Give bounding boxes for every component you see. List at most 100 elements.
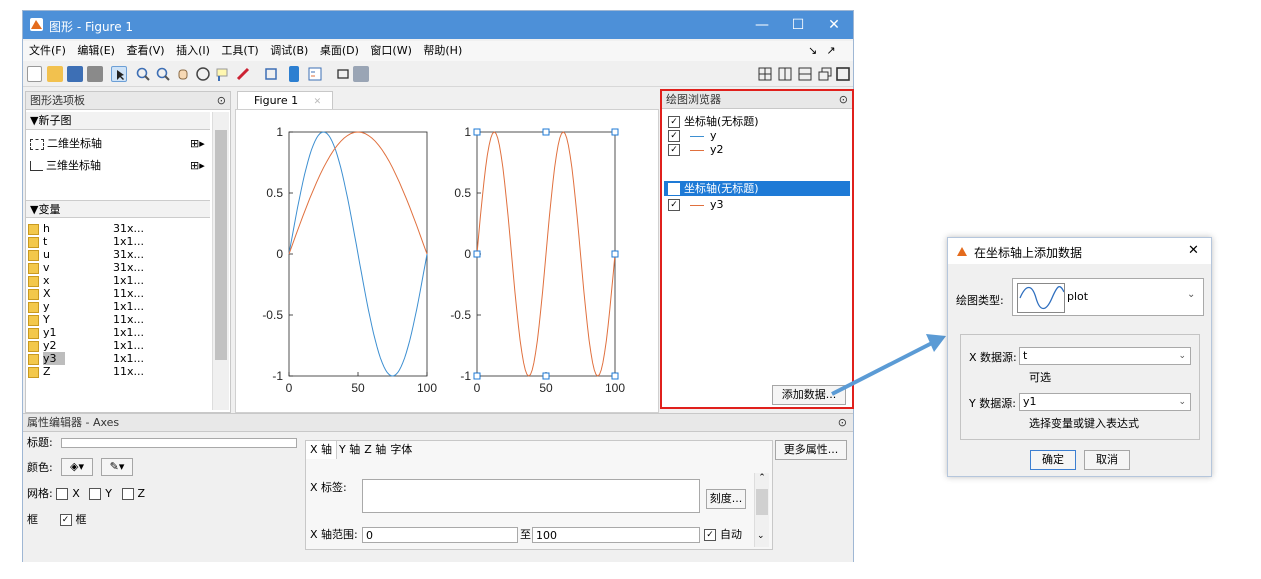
- menu-debug[interactable]: 调试(B): [270, 41, 308, 61]
- variable-row[interactable]: x 1x1...: [26, 274, 210, 287]
- face-color-button[interactable]: ◈▾: [61, 458, 93, 476]
- chevron-down-icon[interactable]: ⊙: [217, 92, 226, 110]
- show-tools-icon[interactable]: [353, 66, 369, 82]
- dock-icon[interactable]: ↗: [826, 41, 835, 61]
- variable-row[interactable]: y 1x1...: [26, 300, 210, 313]
- menu-desktop[interactable]: 桌面(D): [320, 41, 359, 61]
- zoom-out-icon[interactable]: [155, 66, 171, 82]
- edge-color-button[interactable]: ✎▾: [101, 458, 133, 476]
- pan-hand-icon[interactable]: [175, 66, 191, 82]
- variables-header[interactable]: ▼变量: [26, 200, 210, 218]
- variable-row[interactable]: u 31x...: [26, 248, 210, 261]
- pointer-icon[interactable]: [111, 66, 127, 82]
- minimize-button[interactable]: —: [747, 15, 777, 35]
- ok-button[interactable]: 确定: [1030, 450, 1076, 470]
- line-y3-item[interactable]: ✓ y3: [668, 198, 724, 211]
- variable-row[interactable]: X 11x...: [26, 287, 210, 300]
- scroll-up-icon[interactable]: ⌃: [755, 473, 769, 483]
- auto-range[interactable]: ✓ 自动: [704, 527, 742, 543]
- undock-icon[interactable]: ↘: [808, 41, 817, 61]
- plot-type-select[interactable]: plot ⌄: [1012, 278, 1204, 316]
- tab-z-axis[interactable]: Z 轴: [362, 443, 388, 456]
- box-checkbox[interactable]: ✓: [59, 514, 72, 526]
- layout-rows-icon[interactable]: [797, 66, 813, 82]
- menu-help[interactable]: 帮助(H): [423, 41, 462, 61]
- menu-window[interactable]: 窗口(W): [370, 41, 411, 61]
- scroll-down-icon[interactable]: ⌄: [757, 531, 765, 541]
- variable-row[interactable]: y3 1x1...: [26, 352, 210, 365]
- print-icon[interactable]: [87, 66, 103, 82]
- axis-panel-scrollbar[interactable]: ⌃ ⌄: [754, 473, 769, 547]
- link-plot-icon[interactable]: [263, 66, 279, 82]
- layout-grid-icon[interactable]: [757, 66, 773, 82]
- grid-x-checkbox[interactable]: [56, 488, 69, 500]
- line-y2-item[interactable]: ✓ y2: [668, 143, 724, 156]
- ticks-button[interactable]: 刻度...: [706, 489, 746, 509]
- save-icon[interactable]: [67, 66, 83, 82]
- tab-close-icon[interactable]: ✕: [314, 97, 322, 107]
- maximize-button[interactable]: ☐: [783, 15, 813, 35]
- checkbox-icon[interactable]: ✓: [668, 116, 680, 128]
- layout-columns-icon[interactable]: [777, 66, 793, 82]
- checkbox-icon[interactable]: ✓: [668, 183, 680, 195]
- variable-row[interactable]: y2 1x1...: [26, 339, 210, 352]
- axes-3d-item[interactable]: 三维坐标轴: [30, 158, 101, 174]
- xrange-from-input[interactable]: 0: [362, 527, 518, 543]
- palette-scroll-thumb[interactable]: [215, 130, 227, 360]
- grid-z-checkbox[interactable]: [121, 488, 134, 500]
- more-properties-button[interactable]: 更多属性...: [775, 440, 847, 460]
- axis-panel-scroll-thumb[interactable]: [756, 489, 768, 515]
- variable-row[interactable]: Y 11x...: [26, 313, 210, 326]
- close-button[interactable]: ✕: [819, 15, 849, 35]
- title-input[interactable]: [61, 438, 297, 448]
- menu-file[interactable]: 文件(F): [29, 41, 66, 61]
- axes1-item[interactable]: ✓ 坐标轴(无标题): [668, 115, 759, 128]
- colorbar-icon[interactable]: [289, 66, 299, 82]
- menu-view[interactable]: 查看(V): [126, 41, 164, 61]
- tab-figure-1[interactable]: Figure 1 ✕: [237, 91, 333, 109]
- menu-edit[interactable]: 编辑(E): [77, 41, 115, 61]
- menu-insert[interactable]: 插入(I): [176, 41, 210, 61]
- checkbox-icon[interactable]: ✓: [668, 199, 680, 211]
- tab-y-axis[interactable]: Y 轴: [337, 443, 362, 456]
- variable-row[interactable]: t 1x1...: [26, 235, 210, 248]
- grid-x-label: X: [72, 487, 80, 500]
- xlabel-input[interactable]: [362, 479, 700, 513]
- auto-checkbox[interactable]: ✓: [704, 529, 716, 541]
- dialog-close-button[interactable]: ✕: [1188, 243, 1199, 258]
- checkbox-icon[interactable]: ✓: [668, 130, 680, 142]
- line-y-item[interactable]: ✓ y: [668, 129, 717, 142]
- brush-icon[interactable]: [235, 66, 251, 82]
- zoom-in-icon[interactable]: [135, 66, 151, 82]
- axes-2d-add-icon[interactable]: ⊞▸: [190, 136, 205, 152]
- variable-row[interactable]: Z 11x...: [26, 365, 210, 378]
- variable-row[interactable]: h 31x...: [26, 222, 210, 235]
- axes2-item-selected[interactable]: ✓ 坐标轴(无标题): [664, 181, 850, 196]
- menu-tools[interactable]: 工具(T): [221, 41, 258, 61]
- layout-maximize-icon[interactable]: [835, 66, 851, 82]
- tab-font[interactable]: 字体: [388, 443, 414, 456]
- x-source-select[interactable]: t ⌄: [1019, 347, 1191, 365]
- chevron-down-icon[interactable]: ⊙: [839, 91, 848, 109]
- new-file-icon[interactable]: [27, 66, 42, 82]
- axes-2d-item[interactable]: 二维坐标轴: [30, 136, 102, 152]
- checkbox-icon[interactable]: ✓: [668, 144, 680, 156]
- open-folder-icon[interactable]: [47, 66, 63, 82]
- variable-row[interactable]: v 31x...: [26, 261, 210, 274]
- axes-3d-add-icon[interactable]: ⊞▸: [190, 158, 205, 174]
- xrange-to-input[interactable]: 100: [532, 527, 700, 543]
- variable-row[interactable]: y1 1x1...: [26, 326, 210, 339]
- layout-float-icon[interactable]: [817, 66, 833, 82]
- cancel-button[interactable]: 取消: [1084, 450, 1130, 470]
- palette-scrollbar[interactable]: [212, 112, 229, 410]
- chevron-down-icon[interactable]: ⊙: [838, 414, 847, 432]
- rotate-3d-icon[interactable]: [195, 66, 211, 82]
- new-subplot-header[interactable]: ▼新子图: [26, 112, 210, 130]
- data-cursor-icon[interactable]: [215, 66, 231, 82]
- x-source-label: X 数据源:: [969, 351, 1017, 364]
- y-source-select[interactable]: y1 ⌄: [1019, 393, 1191, 411]
- grid-y-checkbox[interactable]: [89, 488, 102, 500]
- hide-tools-icon[interactable]: [335, 66, 351, 82]
- legend-icon[interactable]: [307, 66, 323, 82]
- tab-x-axis[interactable]: X 轴: [306, 441, 338, 459]
